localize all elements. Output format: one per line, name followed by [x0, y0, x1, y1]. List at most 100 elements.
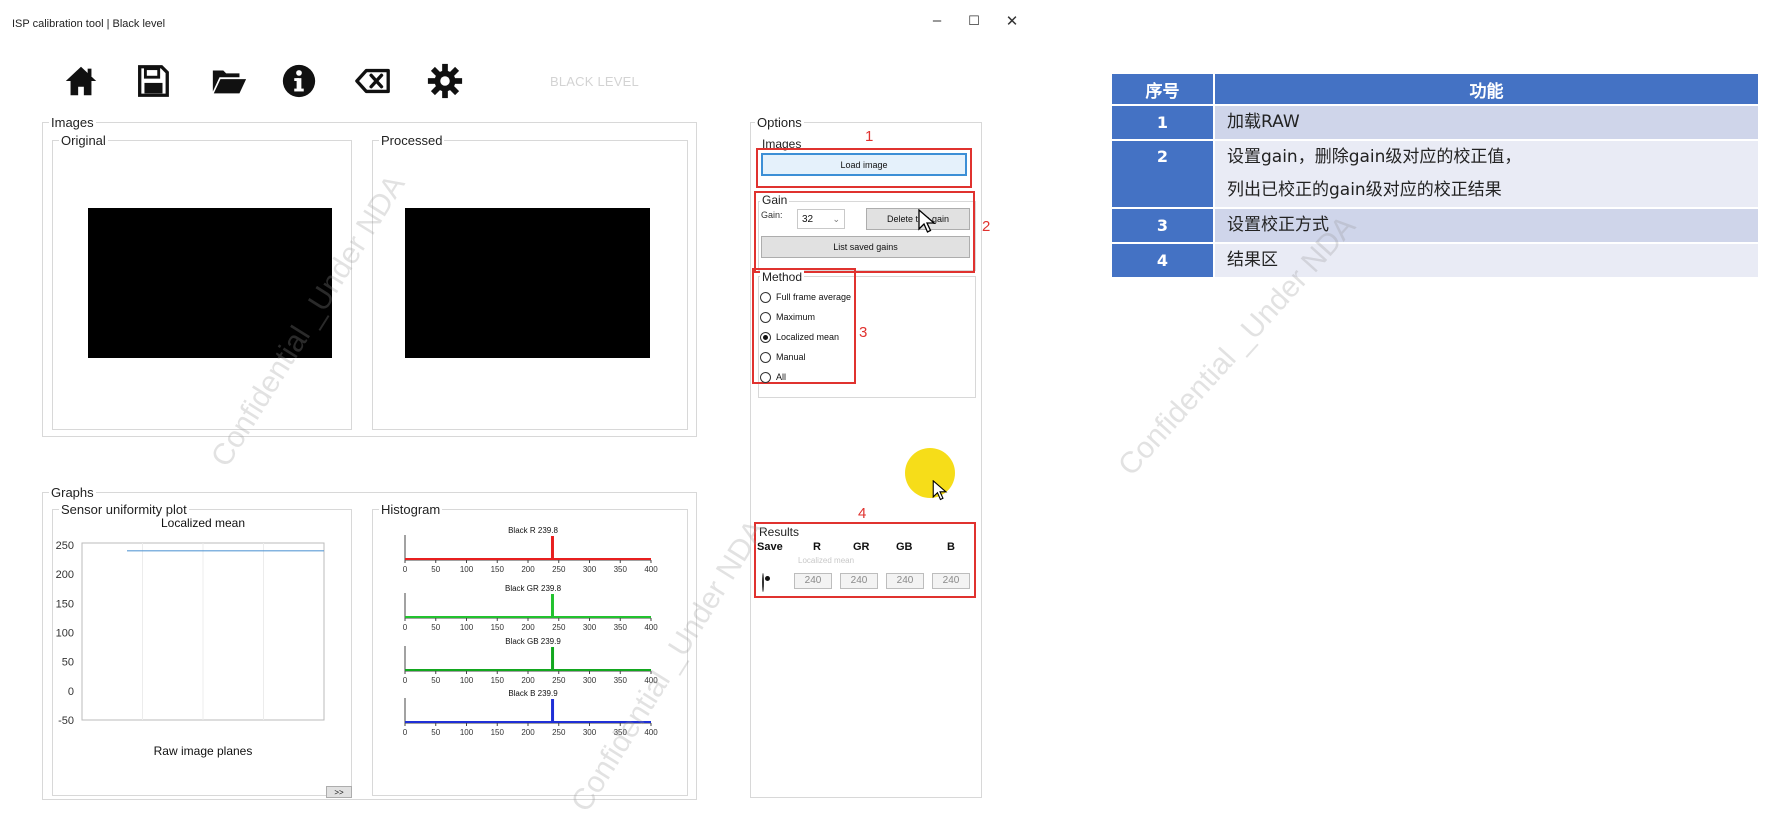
home-icon	[65, 66, 97, 96]
x-tick-label: 300	[583, 623, 597, 632]
histogram-peak	[551, 699, 555, 723]
table-cell-line: 设置gain，删除gain级对应的校正值，	[1227, 147, 1522, 167]
y-tick-label: -50	[58, 715, 74, 727]
result-gr: 240	[840, 573, 878, 589]
load-image-button[interactable]: Load image	[761, 153, 967, 176]
x-tick-label: 0	[403, 728, 408, 737]
gain-label: Gain:	[761, 210, 783, 220]
y-tick-label: 200	[56, 569, 74, 581]
settings-button[interactable]	[422, 58, 468, 104]
x-tick-label: 100	[460, 728, 474, 737]
x-axis-label: Raw image planes	[154, 744, 253, 758]
x-tick-label: 350	[614, 676, 628, 685]
results-method-caption: Localized mean	[798, 556, 855, 565]
info-button[interactable]	[276, 58, 322, 104]
histogram-title: Black GR 239.8	[505, 584, 562, 593]
gear-icon	[427, 63, 463, 99]
original-legend: Original	[59, 133, 108, 148]
method-legend: Method	[760, 270, 805, 284]
histogram-title: Black GB 239.9	[505, 637, 561, 646]
method-option-label: Manual	[776, 352, 806, 362]
x-tick-label: 0	[403, 565, 408, 574]
table-cell-line: 列出已校正的gain级对应的校正结果	[1227, 180, 1502, 200]
mouse-pointer-icon	[918, 209, 936, 233]
histogram-peak	[551, 647, 555, 671]
x-tick-label: 250	[552, 623, 566, 632]
method-radio-group: Full frame average Maximum Localized mea…	[760, 287, 860, 387]
method-option-localized-mean[interactable]: Localized mean	[760, 327, 860, 347]
result-b: 240	[932, 573, 970, 589]
table-cell-function: 设置校正方式	[1213, 207, 1760, 244]
results-legend: Results	[757, 525, 802, 539]
method-option-all[interactable]: All	[760, 367, 860, 387]
open-folder-button[interactable]	[206, 58, 252, 104]
method-option-maximum[interactable]: Maximum	[760, 307, 860, 327]
y-tick-label: 100	[56, 628, 74, 640]
method-option-label: Full frame average	[776, 292, 852, 302]
mouse-pointer-icon	[932, 480, 948, 501]
results-header-gr: GR	[853, 541, 870, 553]
radio-button[interactable]	[760, 311, 771, 323]
x-tick-label: 250	[552, 676, 566, 685]
x-tick-label: 300	[583, 728, 597, 737]
table-cell-index: 4	[1110, 242, 1215, 279]
x-tick-label: 300	[583, 565, 597, 574]
radio-button[interactable]	[760, 351, 771, 363]
method-option-label: Maximum	[776, 312, 816, 322]
x-tick-label: 150	[491, 728, 505, 737]
maximize-button[interactable]: ☐	[962, 13, 986, 29]
radio-button[interactable]	[760, 371, 771, 383]
table-header-row: 序号 功能	[1110, 72, 1760, 106]
x-tick-label: 0	[403, 676, 408, 685]
x-tick-label: 300	[583, 676, 597, 685]
results-header-r: R	[813, 541, 821, 553]
radio-button[interactable]	[760, 291, 771, 303]
home-button[interactable]	[58, 58, 104, 104]
x-tick-label: 0	[403, 623, 408, 632]
save-radio[interactable]	[762, 573, 764, 592]
annotation-number: 4	[858, 505, 867, 522]
table-row: 2 设置gain，删除gain级对应的校正值， 列出已校正的gain级对应的校正…	[1110, 139, 1760, 209]
table-header-index: 序号	[1110, 72, 1215, 106]
x-tick-label: 50	[431, 623, 440, 632]
x-tick-label: 150	[491, 676, 505, 685]
x-tick-label: 200	[521, 623, 535, 632]
list-saved-gains-button[interactable]: List saved gains	[761, 236, 970, 258]
method-option-manual[interactable]: Manual	[760, 347, 860, 367]
x-tick-label: 400	[644, 676, 658, 685]
table-header-function: 功能	[1213, 72, 1760, 106]
radio-button-selected[interactable]	[760, 331, 771, 343]
expand-button[interactable]: >>	[326, 786, 352, 798]
annotation-number: 1	[865, 128, 874, 145]
method-option-label: All	[776, 372, 787, 382]
close-button[interactable]: ✕	[1000, 12, 1024, 30]
clear-button[interactable]	[350, 58, 396, 104]
results-header-b: B	[947, 541, 955, 553]
method-option-full-frame-average[interactable]: Full frame average	[760, 287, 860, 307]
save-button[interactable]	[130, 58, 176, 104]
results-header-gb: GB	[896, 541, 913, 553]
gain-select[interactable]: 32 ⌄	[797, 209, 845, 229]
y-tick-label: 250	[56, 540, 74, 552]
folder-open-icon	[212, 70, 247, 94]
gain-value: 32	[802, 213, 814, 225]
x-tick-label: 250	[552, 565, 566, 574]
table-cell-function: 结果区	[1213, 242, 1760, 279]
x-tick-label: 200	[521, 565, 535, 574]
minimize-button[interactable]: –	[925, 12, 949, 29]
table-row: 1 加载RAW	[1110, 104, 1760, 141]
section-label: BLACK LEVEL	[550, 74, 639, 89]
x-tick-label: 250	[552, 728, 566, 737]
x-tick-label: 100	[460, 623, 474, 632]
x-tick-label: 50	[431, 728, 440, 737]
function-table: 序号 功能 1 加载RAW 2 设置gain，删除gain级对应的校正值， 列出…	[1110, 72, 1760, 279]
table-row: 4 结果区	[1110, 242, 1760, 279]
x-tick-label: 150	[491, 623, 505, 632]
y-tick-label: 0	[68, 686, 74, 698]
result-r: 240	[794, 573, 832, 589]
annotation-number: 3	[859, 324, 868, 341]
info-icon	[282, 64, 316, 98]
x-tick-label: 350	[614, 623, 628, 632]
x-tick-label: 100	[460, 676, 474, 685]
table-cell-index: 1	[1110, 104, 1215, 141]
